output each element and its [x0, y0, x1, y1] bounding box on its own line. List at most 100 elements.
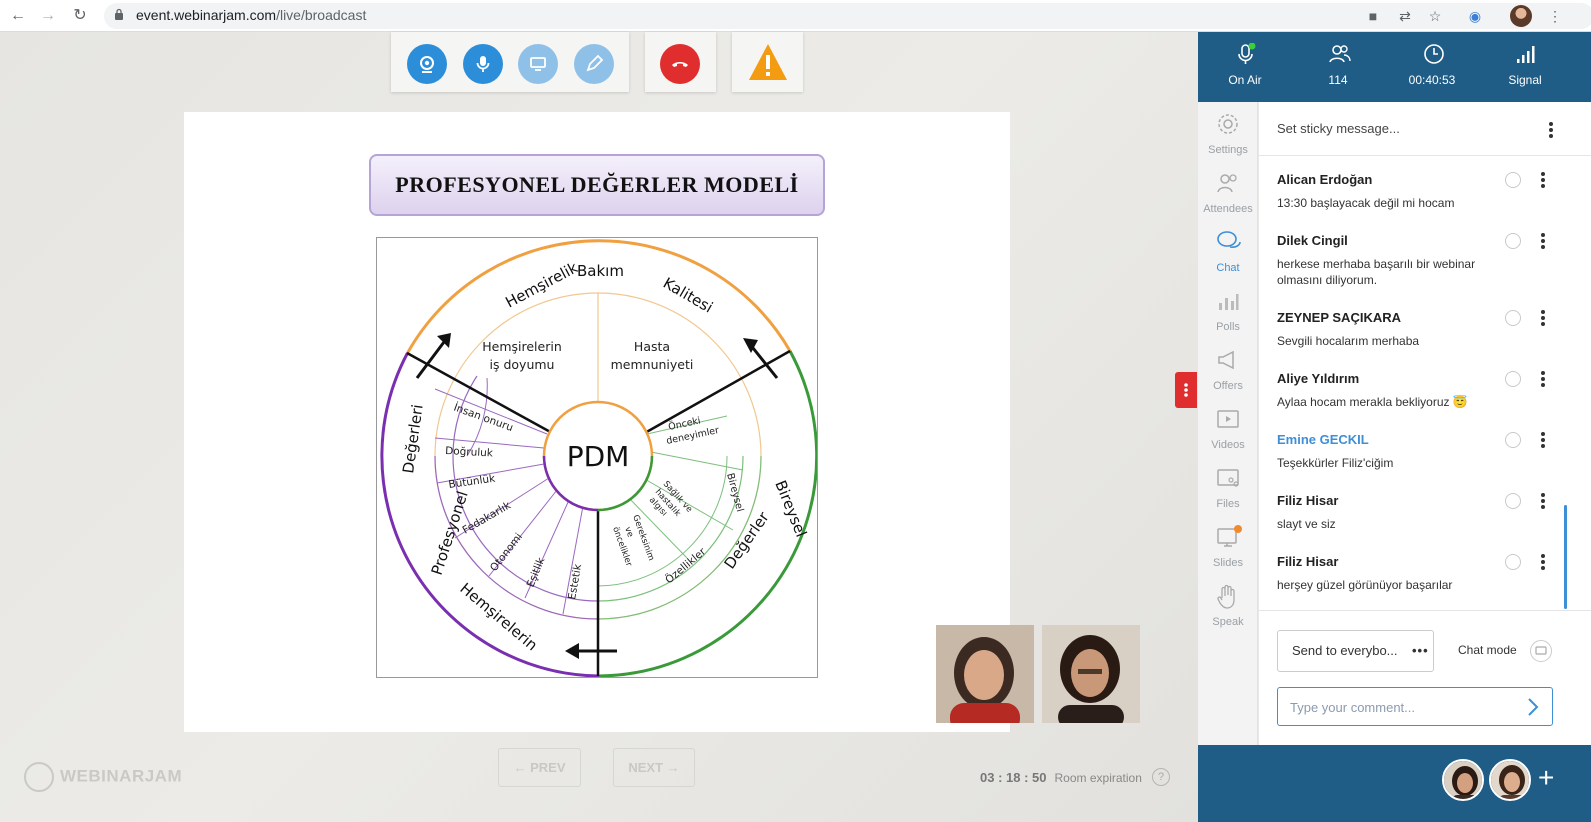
end-call-button[interactable] — [660, 44, 700, 84]
webinarjam-logo: WEBINARJAM — [24, 762, 182, 792]
next-button[interactable]: NEXT → — [613, 748, 695, 787]
message-menu-icon[interactable] — [1541, 310, 1545, 326]
send-to-select[interactable]: Send to everybo... ••• — [1277, 630, 1434, 672]
chat-message-author: Filiz Hisar — [1277, 493, 1339, 508]
star-icon[interactable]: ☆ — [1426, 7, 1444, 25]
attendees-icon — [1217, 174, 1237, 193]
help-icon[interactable]: ? — [1152, 768, 1170, 786]
message-select-radio[interactable] — [1505, 554, 1521, 570]
rail-chat[interactable]: Chat — [1198, 224, 1258, 280]
camera-icon[interactable]: ■ — [1364, 7, 1382, 25]
svg-text:Otonomi: Otonomi — [488, 531, 525, 574]
chat-message: ZEYNEP SAÇIKARA Sevgili hocalarım merhab… — [1277, 310, 1577, 349]
profile-avatar[interactable] — [1510, 5, 1532, 27]
rail-speak[interactable]: Speak — [1198, 578, 1258, 634]
rail-slides[interactable]: Slides — [1198, 519, 1258, 575]
rail-settings[interactable]: Settings — [1198, 106, 1258, 162]
message-select-radio[interactable] — [1505, 371, 1521, 387]
video-icon — [1217, 410, 1239, 428]
back-icon[interactable]: ← — [8, 6, 28, 26]
svg-text:Kalitesi: Kalitesi — [660, 274, 716, 317]
rail-attendees[interactable]: Attendees — [1198, 165, 1258, 221]
attendees-icon — [1329, 45, 1351, 63]
rail-videos[interactable]: Videos — [1198, 401, 1258, 457]
sticky-menu-icon[interactable] — [1549, 122, 1553, 138]
prev-button[interactable]: ← PREV — [498, 748, 581, 787]
chat-message-author: Dilek Cingil — [1277, 233, 1348, 248]
warning-button[interactable] — [746, 40, 790, 84]
pencil-icon — [586, 54, 604, 72]
svg-text:Eşitlik: Eşitlik — [525, 555, 548, 589]
alert-group — [732, 32, 803, 92]
chat-message: Filiz Hisar slayt ve siz — [1277, 493, 1577, 532]
attendee-count[interactable]: 114 — [1293, 32, 1383, 102]
chat-message-text: Aylaa hocam merakla bekliyoruz 😇 — [1277, 395, 1468, 409]
draw-button[interactable] — [574, 44, 614, 84]
sticky-message-placeholder[interactable]: Set sticky message... — [1277, 121, 1400, 136]
lock-icon — [115, 8, 123, 20]
signal-status[interactable]: Signal — [1480, 32, 1570, 102]
browser-bar: ← → ↻ event.webinarjam.com/live/broadcas… — [0, 0, 1591, 32]
browser-menu-icon[interactable]: ⋮ — [1546, 7, 1564, 25]
chat-message-text: herşey güzel görünüyor başarılar — [1277, 578, 1453, 592]
hand-icon — [1217, 584, 1235, 609]
chat-icon — [1217, 231, 1241, 248]
chat-message: Filiz Hisar herşey güzel görünüyor başar… — [1277, 554, 1577, 593]
kebab-icon — [1184, 383, 1188, 397]
svg-text:Değerleri: Değerleri — [399, 403, 426, 474]
svg-text:Hasta: Hasta — [634, 339, 670, 354]
pdm-diagram: PDM Hemşirelik Bakım Kalitesi Hemşireler… — [376, 237, 819, 678]
more-icon: ••• — [1412, 643, 1429, 658]
webcam-button[interactable] — [407, 44, 447, 84]
webcam-feed-2[interactable] — [1042, 625, 1140, 723]
chat-scrollbar[interactable] — [1564, 505, 1567, 609]
reload-icon[interactable]: ↻ — [70, 6, 90, 26]
message-select-radio[interactable] — [1505, 493, 1521, 509]
chat-mode-toggle[interactable] — [1530, 640, 1552, 662]
message-menu-icon[interactable] — [1541, 233, 1545, 249]
sticky-message-bar[interactable]: Set sticky message... — [1259, 102, 1591, 156]
send-arrow-icon[interactable] — [1526, 698, 1540, 716]
message-menu-icon[interactable] — [1541, 554, 1545, 570]
room-expiration: 03 : 18 : 50 Room expiration — [980, 770, 1142, 785]
message-menu-icon[interactable] — [1541, 493, 1545, 509]
translate-icon[interactable]: ⇄ — [1396, 7, 1414, 25]
comment-box — [1277, 687, 1553, 726]
svg-text:Gereksinim: Gereksinim — [630, 514, 656, 563]
forward-icon[interactable]: → — [38, 6, 58, 26]
svg-text:Bireysel: Bireysel — [771, 478, 810, 540]
chat-message-text: herkese merhaba başarılı bir webinar olm… — [1277, 257, 1476, 287]
microphone-button[interactable] — [463, 44, 503, 84]
message-select-radio[interactable] — [1505, 172, 1521, 188]
webcam-feed-1[interactable] — [936, 625, 1034, 723]
elapsed-time: 00:40:53 — [1387, 32, 1477, 102]
message-select-radio[interactable] — [1505, 432, 1521, 448]
message-select-radio[interactable] — [1505, 310, 1521, 326]
rail-files[interactable]: Files — [1198, 460, 1258, 516]
on-air-status[interactable]: On Air — [1200, 32, 1290, 102]
message-menu-icon[interactable] — [1541, 371, 1545, 387]
screen-share-button[interactable] — [518, 44, 558, 84]
monitor-icon — [530, 57, 546, 71]
comment-input[interactable] — [1290, 697, 1510, 717]
add-presenter-icon[interactable]: + — [1538, 763, 1554, 793]
polls-icon — [1219, 294, 1239, 310]
presenter-avatar[interactable] — [1489, 759, 1531, 801]
message-menu-icon[interactable] — [1541, 432, 1545, 448]
svg-text:Bakım: Bakım — [577, 262, 624, 280]
rail-polls[interactable]: Polls — [1198, 283, 1258, 339]
hangup-icon — [672, 62, 688, 67]
presenter-avatar[interactable] — [1442, 759, 1484, 801]
chat-message-author: Filiz Hisar — [1277, 554, 1339, 569]
slide: PROFESYONEL DEĞERLER MODELİ PDM Hemşirel… — [184, 112, 1010, 732]
outer-arc-orange — [406, 239, 792, 354]
svg-text:Değerler: Değerler — [721, 508, 774, 572]
rail-offers[interactable]: Offers — [1198, 342, 1258, 398]
signal-icon — [1517, 46, 1535, 63]
side-menu-toggle[interactable] — [1175, 372, 1197, 408]
message-menu-icon[interactable] — [1541, 172, 1545, 188]
message-select-radio[interactable] — [1505, 233, 1521, 249]
slides-icon — [1217, 525, 1242, 547]
globe-icon[interactable]: ◉ — [1466, 7, 1484, 25]
url-text: event.webinarjam.com/live/broadcast — [136, 7, 367, 23]
